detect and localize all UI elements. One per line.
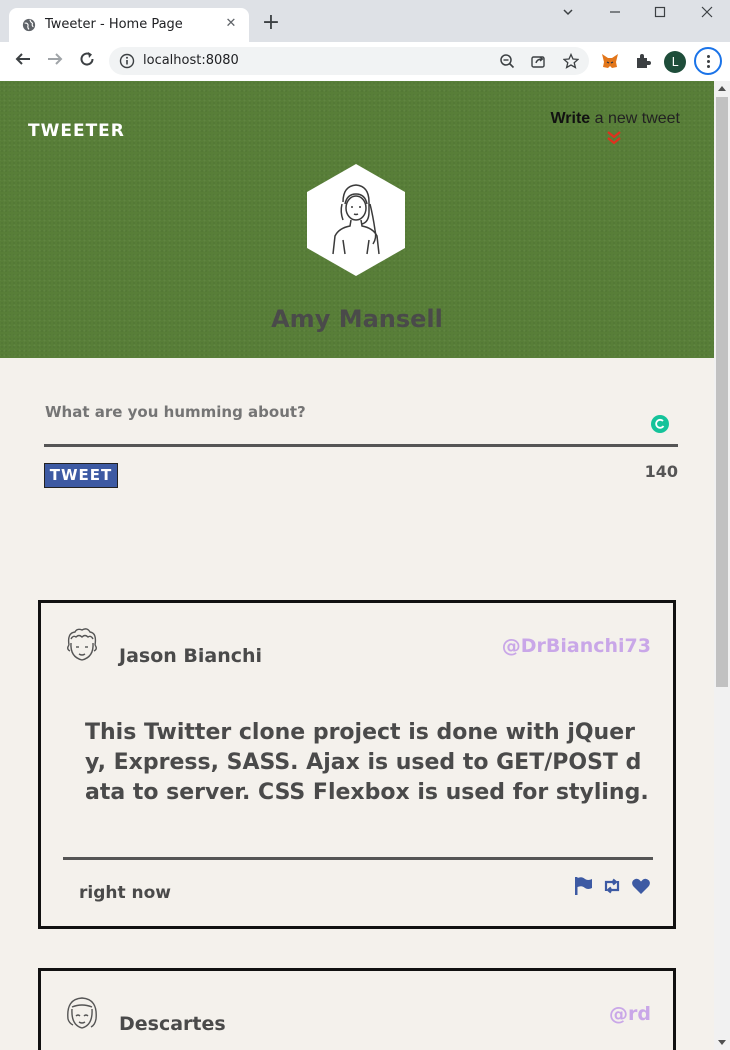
tweet-card: Descartes @rd [38, 968, 676, 1050]
tab-search-icon[interactable] [553, 4, 583, 26]
user-avatar-icon [307, 164, 405, 276]
character-counter: 140 [644, 462, 678, 481]
tweet-author-name: Descartes [119, 1013, 226, 1035]
page-viewport: TWEETER Write a new tweet Amy Mansell Wh… [0, 81, 714, 1050]
tab-strip: Tweeter - Home Page ✕ + [0, 0, 730, 42]
url-text: localhost:8080 [143, 53, 239, 68]
browser-chrome: Tweeter - Home Page ✕ + localhost:8080 L [0, 0, 730, 81]
tweet-submit-button[interactable]: TWEET [44, 463, 118, 488]
user-name: Amy Mansell [271, 305, 443, 333]
write-new-tweet-toggle[interactable]: Write a new tweet [550, 108, 680, 145]
write-label-rest: a new tweet [590, 110, 680, 127]
forward-arrow-icon[interactable] [44, 50, 66, 72]
flag-icon[interactable] [573, 876, 593, 896]
browser-menu-button[interactable] [694, 47, 722, 75]
bookmark-star-icon[interactable] [563, 53, 579, 69]
site-info-icon[interactable] [119, 53, 135, 69]
profile-avatar[interactable]: L [664, 51, 686, 73]
zoom-icon[interactable] [499, 53, 515, 69]
heart-icon[interactable] [631, 876, 651, 896]
browser-toolbar: localhost:8080 L [0, 42, 730, 81]
window-close-icon[interactable] [692, 4, 722, 26]
new-tab-button[interactable]: + [260, 12, 282, 34]
tweet-author-handle[interactable]: @DrBianchi73 [502, 635, 651, 657]
scrollbar-thumb[interactable] [716, 97, 728, 687]
profile-header: TWEETER Write a new tweet Amy Mansell [0, 81, 714, 358]
curly-hair-avatar-icon [67, 628, 97, 661]
metamask-fox-icon[interactable] [600, 51, 620, 71]
bob-hair-avatar-icon [67, 997, 97, 1029]
share-icon[interactable] [530, 53, 546, 69]
tweet-timestamp: right now [79, 883, 172, 903]
tweet-author-name: Jason Bianchi [119, 645, 263, 667]
browser-tab[interactable]: Tweeter - Home Page ✕ [9, 8, 249, 42]
globe-icon [22, 18, 36, 32]
double-chevron-down-icon[interactable] [606, 130, 622, 146]
minimize-icon[interactable] [600, 4, 630, 26]
page-scrollbar[interactable] [714, 81, 730, 1050]
tweet-divider [63, 857, 653, 860]
brand-logo[interactable]: TWEETER [28, 121, 125, 141]
tweet-compose-input[interactable] [45, 403, 645, 421]
maximize-icon[interactable] [645, 4, 675, 26]
tweet-card: Jason Bianchi @DrBianchi73 This Twitter … [38, 600, 676, 929]
back-arrow-icon[interactable] [12, 50, 34, 72]
extensions-puzzle-icon[interactable] [633, 51, 653, 71]
retweet-icon[interactable] [602, 876, 622, 896]
tab-close-icon[interactable]: ✕ [223, 16, 239, 32]
tab-title: Tweeter - Home Page [45, 17, 183, 32]
tweet-author-handle[interactable]: @rd [609, 1003, 651, 1025]
scroll-down-arrow-icon[interactable] [718, 1040, 726, 1045]
compose-divider [44, 444, 678, 447]
scroll-up-arrow-icon[interactable] [718, 86, 726, 91]
tweet-content: This Twitter clone project is done with … [85, 720, 649, 805]
address-bar[interactable]: localhost:8080 [109, 47, 589, 75]
reload-icon[interactable] [76, 50, 98, 72]
grammarly-icon[interactable] [651, 415, 669, 433]
write-label-bold: Write [550, 110, 591, 127]
tweet-actions [569, 875, 651, 897]
